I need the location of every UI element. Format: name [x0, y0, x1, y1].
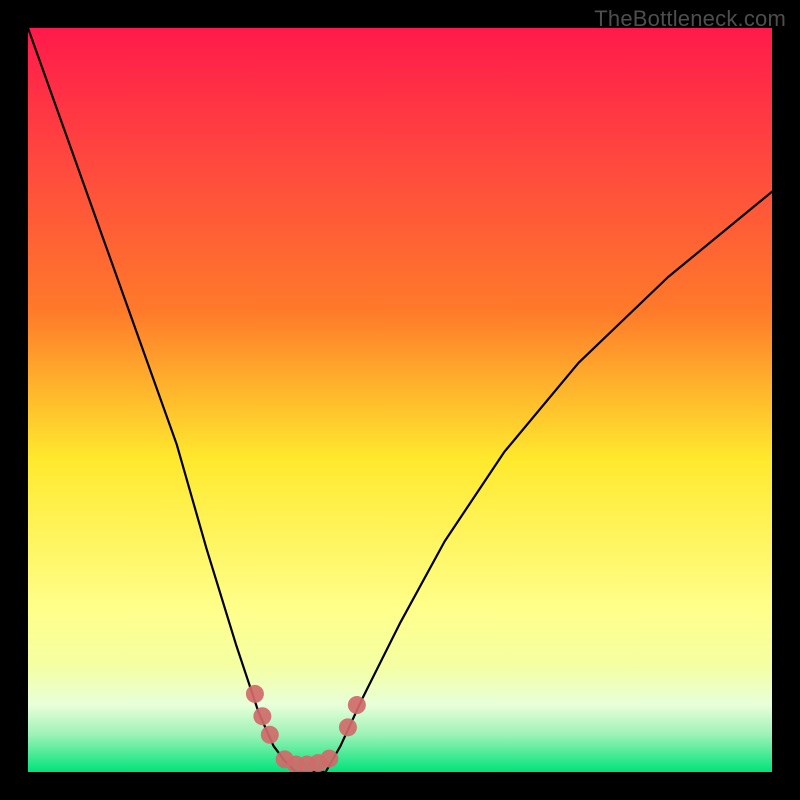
marker-point: [348, 696, 366, 714]
marker-point: [253, 707, 271, 725]
chart-frame: TheBottleneck.com: [0, 0, 800, 800]
gradient-background: [28, 28, 772, 772]
marker-point: [261, 726, 279, 744]
marker-point: [339, 718, 357, 736]
marker-point: [246, 685, 264, 703]
chart-svg: [28, 28, 772, 772]
plot-area: [28, 28, 772, 772]
marker-point: [320, 750, 338, 768]
watermark-text: TheBottleneck.com: [594, 6, 786, 32]
